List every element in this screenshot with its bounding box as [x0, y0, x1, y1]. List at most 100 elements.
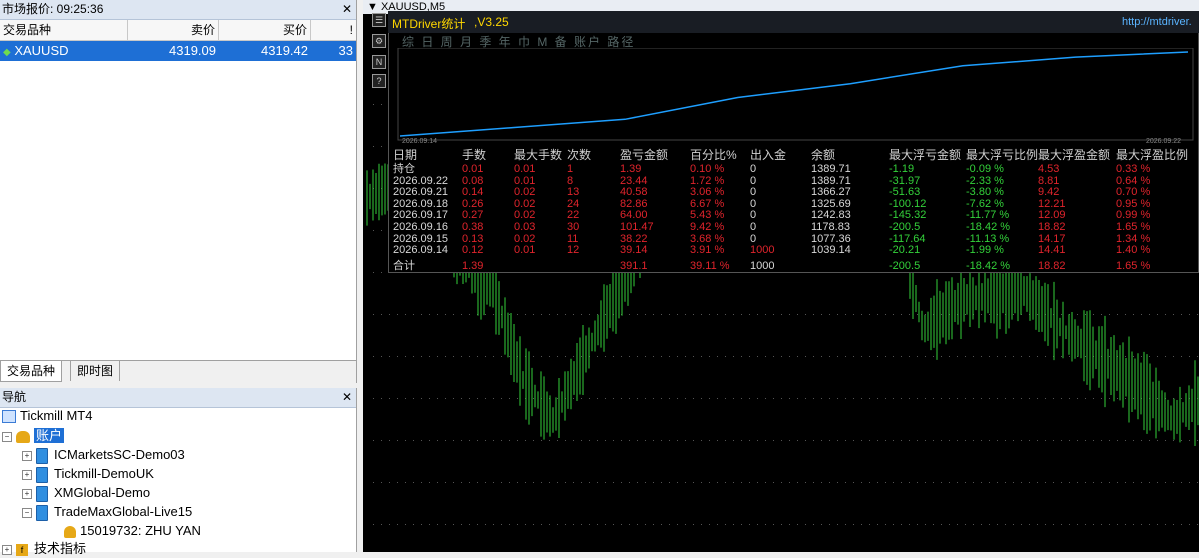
grid-dot [885, 482, 886, 483]
grid-dot [573, 440, 574, 441]
grid-dot [813, 524, 814, 525]
grid-dot [685, 440, 686, 441]
grid-dot [533, 356, 534, 357]
stats-header[interactable]: 最大浮亏比例 [966, 149, 1038, 162]
grid-dot [1045, 356, 1046, 357]
grid-dot [709, 440, 710, 441]
grid-dot [933, 524, 934, 525]
grid-dot [829, 524, 830, 525]
tree-root[interactable]: Tickmill MT4 [2, 407, 92, 425]
grid-dot [829, 398, 830, 399]
grid-dot [1005, 482, 1006, 483]
stats-header[interactable]: 盈亏金额 [620, 149, 668, 162]
collapse-icon[interactable]: − [22, 507, 32, 518]
expand-icon[interactable]: + [22, 469, 32, 480]
close-icon[interactable]: ✕ [340, 0, 352, 19]
tree-account-item[interactable]: + ICMarketsSC-Demo03 [22, 446, 185, 464]
server-icon [36, 466, 48, 483]
stats-header[interactable]: 最大浮盈比例 [1116, 149, 1188, 162]
grid-dot [973, 482, 974, 483]
grid-dot [373, 440, 374, 441]
tree-indicators[interactable]: + f 技术指标 [2, 540, 86, 558]
grid-dot [1181, 398, 1182, 399]
col-bid[interactable]: 卖价 [128, 20, 219, 40]
grid-dot [1029, 440, 1030, 441]
tree-account-item[interactable]: − TradeMaxGlobal-Live15 [22, 503, 192, 521]
grid-dot [909, 398, 910, 399]
grid-dot [845, 398, 846, 399]
grid-dot [781, 440, 782, 441]
stats-header[interactable]: 余额 [811, 149, 835, 162]
grid-dot [1077, 440, 1078, 441]
grid-dot [453, 524, 454, 525]
grid-dot [1133, 524, 1134, 525]
settings-button[interactable]: ⚙ [372, 34, 386, 48]
col-symbol[interactable]: 交易品种 [0, 20, 128, 40]
tree-account-item[interactable]: + XMGlobal-Demo [22, 484, 150, 502]
collapse-icon[interactable]: − [2, 431, 12, 442]
grid-dot [757, 482, 758, 483]
expand-icon[interactable]: + [22, 488, 32, 499]
grid-dot [397, 524, 398, 525]
tab-tick-chart[interactable]: 即时图 [70, 361, 121, 381]
grid-dot [477, 398, 478, 399]
grid-dot [389, 524, 390, 525]
stats-header[interactable]: 次数 [567, 149, 591, 162]
grid-dot [653, 482, 654, 483]
tab-symbols[interactable]: 交易品种 [0, 361, 63, 382]
stats-cell: 39.11 % [690, 260, 730, 272]
grid-dot [1125, 482, 1126, 483]
menu-button[interactable]: ☰ [372, 13, 386, 27]
stats-header[interactable]: 最大浮亏金额 [889, 149, 961, 162]
grid-dot [829, 440, 830, 441]
grid-dot [501, 482, 502, 483]
grid-dot [1109, 482, 1110, 483]
help-button[interactable]: ? [372, 74, 386, 88]
grid-dot [477, 440, 478, 441]
n-button[interactable]: N [372, 55, 386, 69]
stats-header[interactable]: 最大浮盈金额 [1038, 149, 1110, 162]
grid-dot [901, 398, 902, 399]
col-spread[interactable]: ! [311, 20, 356, 40]
mtdriver-url[interactable]: http://mtdriver. [1122, 16, 1192, 28]
stats-header[interactable]: 日期 [393, 149, 417, 162]
grid-dot [421, 398, 422, 399]
stats-header[interactable]: 最大手数 [514, 149, 562, 162]
col-ask[interactable]: 买价 [219, 20, 311, 40]
expand-icon[interactable]: + [2, 544, 12, 555]
grid-dot [981, 314, 982, 315]
close-icon[interactable]: ✕ [342, 388, 352, 407]
grid-dot [949, 398, 950, 399]
grid-dot [1061, 440, 1062, 441]
grid-dot [605, 356, 606, 357]
chart-menu-icon[interactable]: ▼ [363, 1, 378, 13]
grid-dot [373, 230, 374, 231]
grid-dot [1013, 398, 1014, 399]
grid-dot [693, 440, 694, 441]
grid-dot [997, 398, 998, 399]
stats-header[interactable]: 百分比% [690, 149, 737, 162]
table-row[interactable]: ◆ XAUUSD 4319.09 4319.42 33 [0, 41, 356, 61]
grid-dot [397, 440, 398, 441]
grid-dot [405, 398, 406, 399]
tree-accounts[interactable]: − 账户 [2, 427, 65, 445]
expand-icon[interactable]: + [22, 450, 32, 461]
grid-dot [1053, 440, 1054, 441]
stats-header[interactable]: 手数 [462, 149, 486, 162]
grid-dot [1101, 482, 1102, 483]
stats-cell: 0.38 [462, 221, 484, 233]
grid-dot [685, 314, 686, 315]
grid-dot [421, 440, 422, 441]
grid-dot [501, 440, 502, 441]
tree-account-item[interactable]: + Tickmill-DemoUK [22, 465, 154, 483]
grid-dot [1133, 314, 1134, 315]
stats-cell: -1.99 % [966, 244, 1004, 257]
grid-dot [877, 524, 878, 525]
grid-dot [749, 440, 750, 441]
tree-user[interactable]: 15019732: ZHU YAN [64, 522, 201, 540]
server-icon [36, 485, 48, 502]
stats-header[interactable]: 出入金 [750, 149, 786, 162]
grid-dot [1045, 440, 1046, 441]
grid-dot [437, 398, 438, 399]
grid-dot [901, 356, 902, 357]
